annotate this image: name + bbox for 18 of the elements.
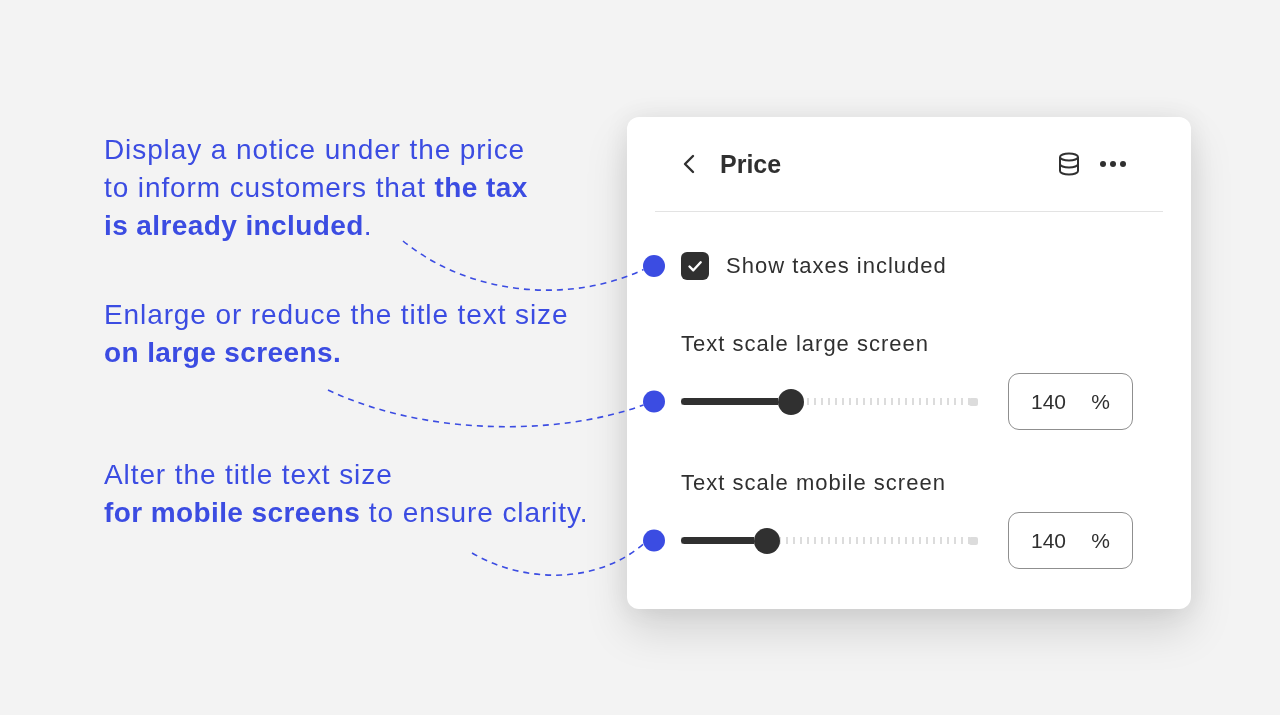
percent-field[interactable]: 140 % <box>1008 373 1133 430</box>
panel-title: Price <box>720 149 782 179</box>
slider-thumb[interactable] <box>777 388 804 415</box>
slider-thumb[interactable] <box>754 527 781 554</box>
database-icon[interactable] <box>1058 152 1080 176</box>
slider-label: Text scale large screen <box>681 332 930 356</box>
callout-dot-icon <box>643 255 665 277</box>
callout-dot-icon <box>643 390 665 413</box>
slider-label: Text scale mobile screen <box>681 471 947 495</box>
callout-text: Display a notice under the price to inform customers that the tax is already included. <box>104 133 529 243</box>
checkbox-label: Show taxes included <box>726 254 947 278</box>
callout-text: Enlarge or reduce the title text size on large screens. <box>104 298 570 370</box>
percent-field[interactable]: 140 % <box>1008 512 1133 569</box>
checkbox[interactable] <box>681 252 709 280</box>
callout-text: Alter the title text size for mobile screens to ensure clarity. <box>104 458 590 530</box>
callout-dot-icon <box>643 529 665 552</box>
more-icon[interactable] <box>1100 161 1126 167</box>
chevron-left-icon[interactable] <box>683 154 695 174</box>
